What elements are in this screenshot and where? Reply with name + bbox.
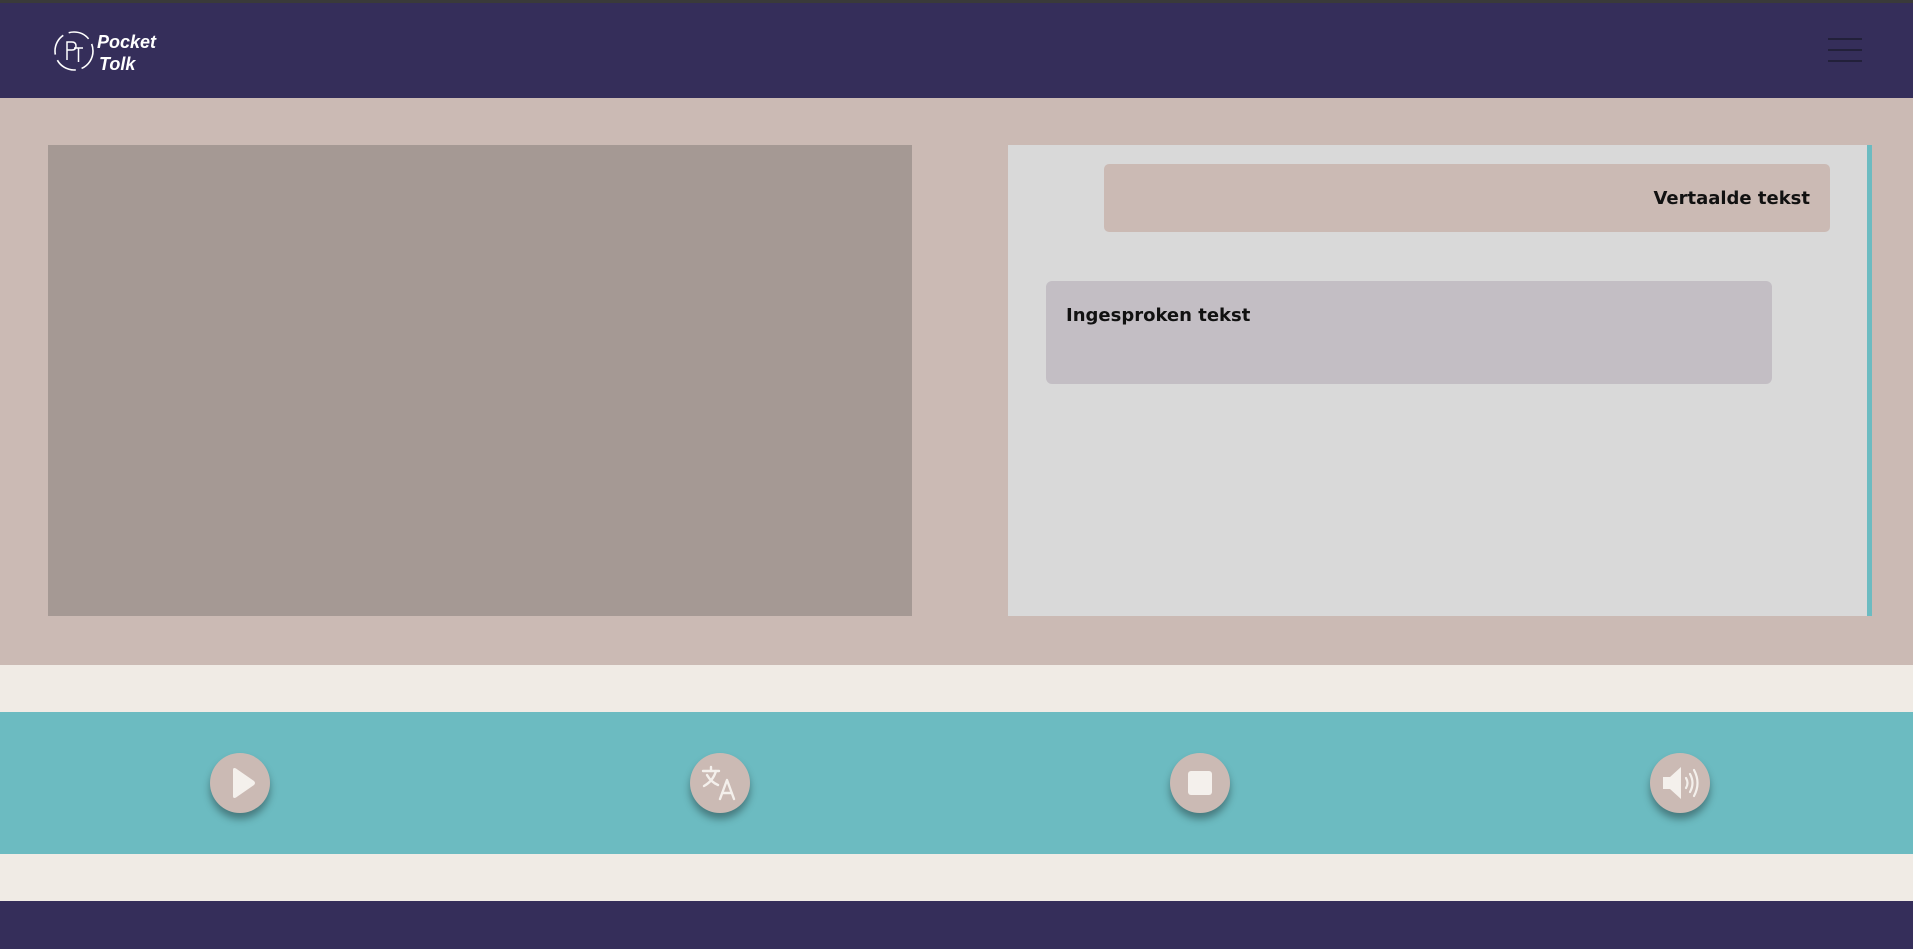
spacer-bottom bbox=[0, 854, 1913, 901]
translated-text-bubble: Vertaalde tekst bbox=[1104, 164, 1830, 232]
app-name-line2: Tolk bbox=[99, 54, 136, 74]
app-name-line1: Pocket bbox=[97, 32, 157, 52]
app-logo[interactable]: Pocket Tolk bbox=[52, 29, 172, 75]
play-button[interactable] bbox=[210, 753, 270, 813]
spoken-text-bubble: Ingesproken tekst bbox=[1046, 281, 1772, 384]
camera-video-panel bbox=[48, 145, 912, 616]
translated-text: Vertaalde tekst bbox=[1653, 187, 1810, 209]
pt-logo-icon bbox=[54, 31, 94, 71]
spoken-text: Ingesproken tekst bbox=[1066, 305, 1251, 326]
translate-button[interactable] bbox=[690, 753, 750, 813]
translate-icon bbox=[701, 765, 736, 801]
stop-button[interactable] bbox=[1170, 753, 1230, 813]
spacer-top bbox=[0, 665, 1913, 712]
app-footer bbox=[0, 901, 1913, 949]
conversation-panel[interactable]: Vertaalde tekst Ingesproken tekst bbox=[1008, 145, 1872, 616]
play-icon bbox=[233, 768, 255, 798]
speak-button[interactable] bbox=[1650, 753, 1710, 813]
hamburger-menu-button[interactable] bbox=[1828, 35, 1862, 65]
controls-bar bbox=[0, 712, 1913, 854]
stop-icon bbox=[1188, 771, 1212, 795]
app-name: Pocket Tolk bbox=[97, 31, 156, 75]
hamburger-menu-bar bbox=[1828, 49, 1862, 51]
app-header: Pocket Tolk bbox=[0, 3, 1913, 98]
main-content: Vertaalde tekst Ingesproken tekst bbox=[0, 98, 1913, 665]
speaker-volume-icon bbox=[1663, 767, 1699, 799]
hamburger-menu-icon bbox=[1828, 38, 1862, 40]
hamburger-menu-bar bbox=[1828, 60, 1862, 62]
